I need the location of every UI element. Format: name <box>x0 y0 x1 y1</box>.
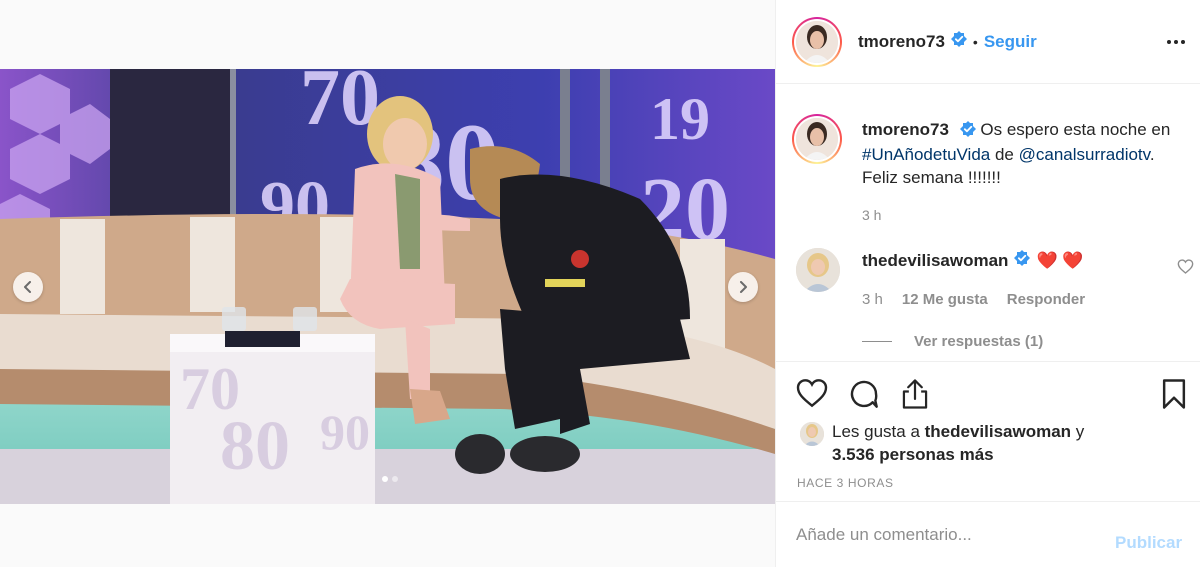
commenter-avatar-image <box>796 248 840 292</box>
follow-button[interactable]: Seguir <box>984 32 1037 52</box>
post-actions: Les gusta a thedevilisawoman y 3.536 pers… <box>776 362 1200 502</box>
chevron-left-icon <box>24 281 31 293</box>
comment: thedevilisawoman ❤️ ❤️ <box>862 250 1084 271</box>
commenter-username[interactable]: thedevilisawoman <box>862 251 1008 271</box>
verified-badge-icon <box>959 120 976 143</box>
likes-summary: Les gusta a thedevilisawoman y 3.536 pers… <box>832 420 1172 466</box>
comment-icon <box>850 380 878 408</box>
likes-conj: y <box>1071 422 1085 441</box>
like-button[interactable] <box>796 378 828 413</box>
comment-like-button[interactable] <box>1177 259 1194 279</box>
owner-avatar-image <box>796 21 838 63</box>
comment-time[interactable]: 3 h <box>862 291 883 308</box>
likes-count[interactable]: 3.536 personas más <box>832 445 994 464</box>
comment-meta: 3 h 12 Me gusta Responder <box>862 291 1085 308</box>
comment-button[interactable] <box>848 378 880 415</box>
verified-badge-icon <box>950 31 967 52</box>
caption-mention-link[interactable]: @canalsurradiotv <box>1019 145 1150 164</box>
replies-divider <box>862 341 892 342</box>
caption: tmoreno73 Os espero esta noche en #UnAño… <box>862 118 1182 189</box>
post-photo[interactable]: 70 80 90 19 20 70 80 90 <box>0 69 775 504</box>
owner-username[interactable]: tmoreno73 <box>858 32 945 52</box>
bookmark-icon <box>1162 379 1186 409</box>
photo-panel: 70 80 90 19 20 70 80 90 <box>0 0 775 567</box>
carousel-prev-button[interactable] <box>13 272 43 302</box>
chevron-right-icon <box>740 281 747 293</box>
liker-avatar-image <box>800 422 824 446</box>
comment-body: ❤️ ❤️ <box>1036 250 1084 270</box>
svg-text:90: 90 <box>320 404 370 460</box>
view-replies-button[interactable]: Ver respuestas (1) <box>862 333 1043 350</box>
likes-prefix: Les gusta a <box>832 422 925 441</box>
carousel-indicator <box>382 476 398 482</box>
caption-text-2: de <box>990 145 1019 164</box>
publish-button[interactable]: Publicar <box>1115 533 1182 553</box>
add-comment-bar: Publicar <box>776 503 1200 567</box>
carousel-dot <box>392 476 398 482</box>
post-header: tmoreno73 • Seguir <box>776 0 1200 84</box>
svg-text:19: 19 <box>650 86 710 152</box>
post-timestamp[interactable]: HACE 3 HORAS <box>797 476 894 490</box>
share-button[interactable] <box>900 378 930 415</box>
post-photo-illustration: 70 80 90 19 20 70 80 90 <box>0 69 775 504</box>
owner-avatar[interactable] <box>792 17 842 67</box>
caption-time[interactable]: 3 h <box>862 207 881 223</box>
save-button[interactable] <box>1161 378 1187 415</box>
caption-username[interactable]: tmoreno73 <box>862 120 949 139</box>
heart-icon <box>796 379 828 408</box>
caption-text-1: Os espero esta noche en <box>980 120 1171 139</box>
more-options-icon <box>1167 40 1185 44</box>
share-icon <box>902 379 928 409</box>
carousel-next-button[interactable] <box>728 272 758 302</box>
comments-section: tmoreno73 Os espero esta noche en #UnAño… <box>776 85 1200 362</box>
caption-avatar[interactable] <box>792 114 842 164</box>
view-replies-label: Ver respuestas (1) <box>914 333 1044 350</box>
verified-badge-icon <box>1014 250 1031 271</box>
post-side-panel: tmoreno73 • Seguir tmoreno73 Os espero e… <box>775 0 1200 567</box>
commenter-avatar[interactable] <box>796 248 840 292</box>
header-separator: • <box>972 33 978 50</box>
header-user-row: tmoreno73 • Seguir <box>858 31 1037 52</box>
likes-user[interactable]: thedevilisawoman <box>925 422 1071 441</box>
caption-hashtag-link[interactable]: #UnAñodetuVida <box>862 145 990 164</box>
comment-likes[interactable]: 12 Me gusta <box>902 291 988 308</box>
liker-avatar[interactable] <box>800 422 824 446</box>
heart-icon <box>1177 259 1194 274</box>
more-options-button[interactable] <box>1166 30 1186 59</box>
comment-input[interactable] <box>796 521 1096 549</box>
reply-button[interactable]: Responder <box>1007 291 1085 308</box>
carousel-dot-active <box>382 476 388 482</box>
caption-avatar-image <box>796 118 838 160</box>
svg-text:80: 80 <box>220 408 290 485</box>
